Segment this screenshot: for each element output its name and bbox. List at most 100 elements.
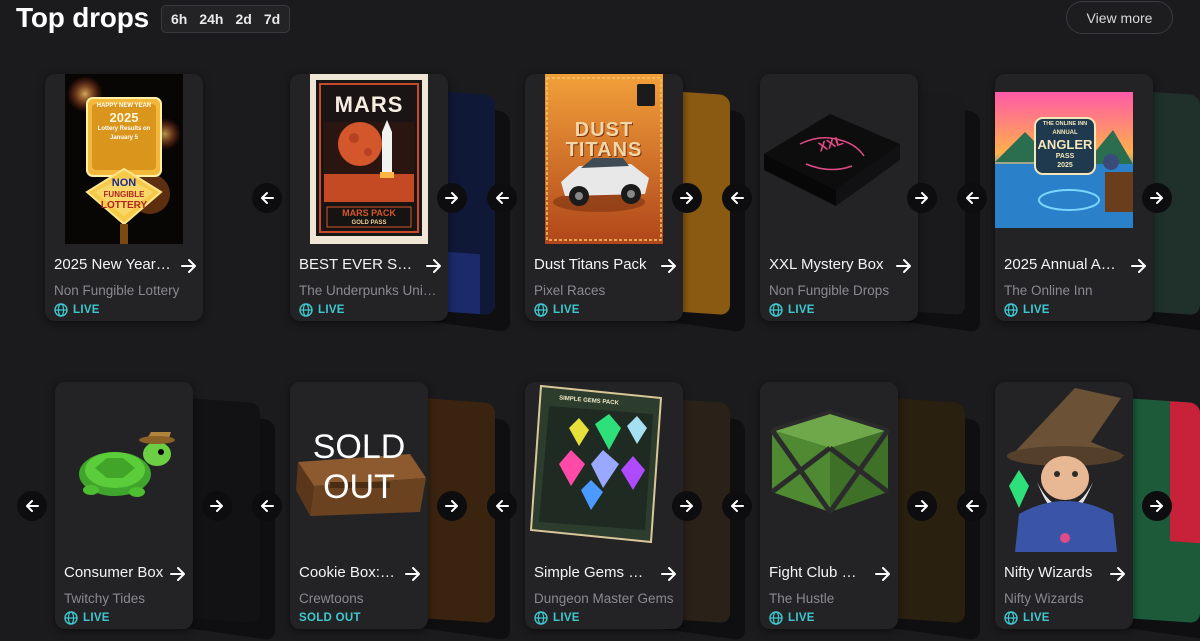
globe-icon bbox=[769, 611, 783, 625]
arrow-right-icon[interactable] bbox=[169, 565, 187, 583]
carousel-prev-button[interactable] bbox=[957, 491, 987, 521]
art-text: NON bbox=[111, 177, 137, 189]
drop-title: Consumer Box bbox=[64, 564, 164, 581]
drop-artwork: SOLD OUT bbox=[290, 382, 428, 552]
arrow-right-icon[interactable] bbox=[1130, 257, 1148, 275]
carousel-next-button[interactable] bbox=[1142, 183, 1172, 213]
carousel-next-button[interactable] bbox=[907, 491, 937, 521]
section-title: Top drops bbox=[16, 2, 149, 33]
drop-card-5: THE ONLINE INN ANNUAL ANGLER PASS 2025 2… bbox=[995, 74, 1200, 333]
time-filter-2d[interactable]: 2d bbox=[229, 11, 257, 27]
carousel-next-button[interactable] bbox=[1142, 491, 1172, 521]
arrow-right-icon[interactable] bbox=[660, 257, 678, 275]
art-text: MARS PACK bbox=[342, 208, 396, 218]
drop-title: Nifty Wizards bbox=[1004, 564, 1093, 581]
drop-card[interactable]: MARS MARS PACK GOLD PASS BEST EVER SPACE… bbox=[290, 74, 448, 321]
status-label: LIVE bbox=[553, 304, 580, 316]
status-badge: LIVE bbox=[1004, 302, 1050, 318]
arrow-right-icon[interactable] bbox=[895, 257, 913, 275]
carousel-next-button[interactable] bbox=[907, 183, 937, 213]
status-label: LIVE bbox=[553, 612, 580, 624]
art-text: ANGLER bbox=[1037, 137, 1093, 152]
drop-card[interactable]: Fight Club Crate The Hustle LIVE bbox=[760, 382, 898, 629]
drop-creator[interactable]: Nifty Wizards bbox=[1004, 591, 1128, 606]
arrow-right-icon bbox=[445, 192, 458, 204]
drop-card-8: SIMPLE GEMS PACK Simple Gems Pack Dungeo… bbox=[525, 382, 745, 641]
drop-card[interactable]: SIMPLE GEMS PACK Simple Gems Pack Dungeo… bbox=[525, 382, 683, 629]
drop-artwork bbox=[995, 382, 1133, 552]
carousel-prev-button[interactable] bbox=[722, 491, 752, 521]
drop-creator[interactable]: Dungeon Master Gems bbox=[534, 591, 676, 606]
arrow-left-icon bbox=[261, 192, 274, 204]
art-text: GOLD PASS bbox=[351, 220, 387, 226]
status-badge: LIVE bbox=[64, 610, 110, 626]
drop-creator[interactable]: Non Fungible Lottery bbox=[54, 283, 196, 298]
globe-icon bbox=[64, 611, 78, 625]
carousel-prev-button[interactable] bbox=[487, 183, 517, 213]
time-filter-24h[interactable]: 24h bbox=[193, 11, 229, 27]
drop-creator[interactable]: The Online Inn bbox=[1004, 283, 1146, 298]
arrow-right-icon bbox=[915, 500, 928, 512]
drop-artwork: DUST TITANS bbox=[545, 74, 663, 244]
carousel-next-button[interactable] bbox=[437, 183, 467, 213]
status-label: LIVE bbox=[73, 304, 100, 316]
carousel-next-button[interactable] bbox=[202, 491, 232, 521]
art-text: Lottery Results on bbox=[97, 126, 151, 132]
carousel-next-button[interactable] bbox=[672, 491, 702, 521]
status-label: LIVE bbox=[318, 304, 345, 316]
time-filter-7d[interactable]: 7d bbox=[258, 11, 286, 27]
arrow-right-icon[interactable] bbox=[1109, 565, 1127, 583]
drop-creator[interactable]: Crewtoons bbox=[299, 591, 423, 606]
drop-creator[interactable]: The Underpunks Universe bbox=[299, 283, 441, 298]
arrow-left-icon bbox=[731, 500, 744, 512]
arrow-right-icon[interactable] bbox=[180, 257, 198, 275]
carousel-prev-button[interactable] bbox=[252, 183, 282, 213]
drop-title: XXL Mystery Box bbox=[769, 256, 884, 273]
arrow-right-icon[interactable] bbox=[425, 257, 443, 275]
carousel-next-button[interactable] bbox=[437, 491, 467, 521]
arrow-left-icon bbox=[261, 500, 274, 512]
drop-creator[interactable]: Twitchy Tides bbox=[64, 591, 188, 606]
arrow-left-icon bbox=[496, 500, 509, 512]
carousel-next-button[interactable] bbox=[672, 183, 702, 213]
drop-creator[interactable]: The Hustle bbox=[769, 591, 893, 606]
art-text: 2025 bbox=[1057, 162, 1073, 169]
drop-artwork bbox=[766, 382, 894, 552]
status-label: LIVE bbox=[1023, 612, 1050, 624]
drop-card[interactable]: Nifty Wizards Nifty Wizards LIVE bbox=[995, 382, 1133, 629]
drop-title: 2025 New Year's Eve Lottery bbox=[54, 256, 172, 273]
carousel-prev-button[interactable] bbox=[957, 183, 987, 213]
arrow-right-icon[interactable] bbox=[404, 565, 422, 583]
drop-card[interactable]: THE ONLINE INN ANNUAL ANGLER PASS 2025 2… bbox=[995, 74, 1153, 321]
art-text: January 5 bbox=[109, 135, 139, 141]
drop-card[interactable]: SOLD OUT Cookie Box: Crewtoons Crewtoons… bbox=[290, 382, 428, 629]
arrow-right-icon[interactable] bbox=[660, 565, 678, 583]
time-filter-6h[interactable]: 6h bbox=[165, 11, 193, 27]
carousel-prev-button[interactable] bbox=[722, 183, 752, 213]
drop-card-7: SOLD OUT Cookie Box: Crewtoons Crewtoons… bbox=[290, 382, 510, 641]
drop-artwork: HAPPY NEW YEAR 2025 Lottery Results on J… bbox=[65, 74, 183, 244]
globe-icon bbox=[1004, 303, 1018, 317]
drop-creator[interactable]: Non Fungible Drops bbox=[769, 283, 911, 298]
time-filter-group: 6h 24h 2d 7d bbox=[161, 5, 291, 33]
drop-creator[interactable]: Pixel Races bbox=[534, 283, 676, 298]
drop-card[interactable]: HAPPY NEW YEAR 2025 Lottery Results on J… bbox=[45, 74, 203, 321]
status-label: LIVE bbox=[83, 612, 110, 624]
arrow-right-icon bbox=[1150, 500, 1163, 512]
globe-icon bbox=[54, 303, 68, 317]
drop-artwork: SIMPLE GEMS PACK bbox=[529, 384, 663, 544]
carousel-prev-button[interactable] bbox=[252, 491, 282, 521]
view-more-button[interactable]: View more bbox=[1066, 1, 1173, 34]
drop-title: 2025 Annual Angler Pass bbox=[1004, 256, 1122, 273]
art-text: TITANS bbox=[565, 139, 643, 161]
drop-title: BEST EVER SPACE PACK bbox=[299, 256, 417, 273]
drop-card[interactable]: XXL XXL Mystery Box Non Fungible Drops L… bbox=[760, 74, 918, 321]
drop-card[interactable]: DUST TITANS Dust Titans Pack Pixel Races… bbox=[525, 74, 683, 321]
carousel-prev-button[interactable] bbox=[17, 491, 47, 521]
carousel-prev-button[interactable] bbox=[487, 491, 517, 521]
arrow-left-icon bbox=[26, 500, 39, 512]
arrow-right-icon[interactable] bbox=[874, 565, 892, 583]
art-text: DUST bbox=[574, 119, 634, 141]
drop-card[interactable]: Consumer Box Twitchy Tides LIVE bbox=[55, 382, 193, 629]
status-badge: LIVE bbox=[769, 302, 815, 318]
